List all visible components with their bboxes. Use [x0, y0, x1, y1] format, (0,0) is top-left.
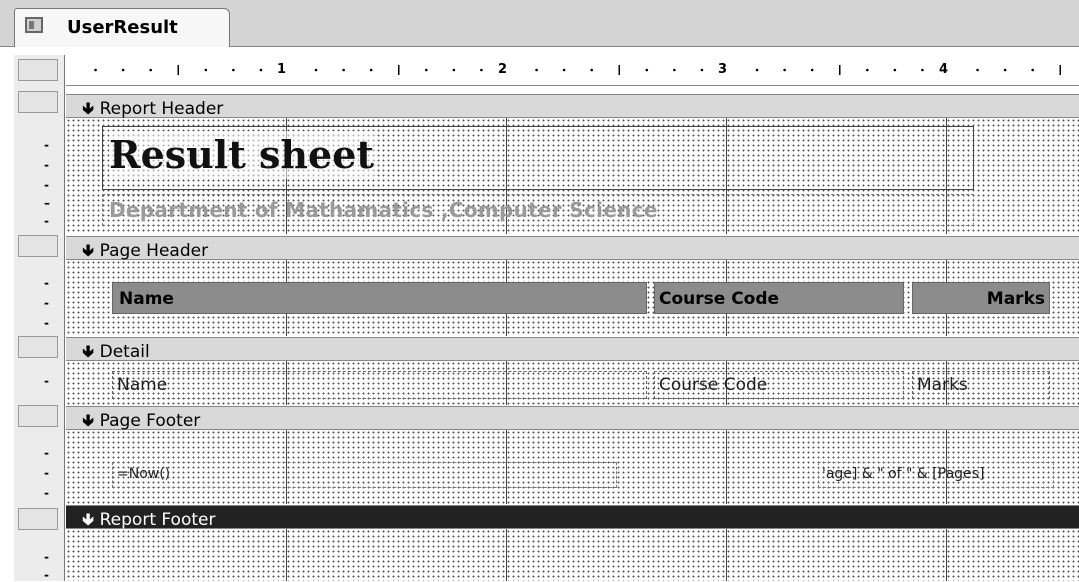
- ruler-dot: [204, 68, 208, 72]
- vertical-ruler-mark: -: [44, 138, 49, 152]
- ruler-dot: [314, 68, 318, 72]
- ruler-dot: [94, 68, 97, 72]
- page-footer-band[interactable]: 🢃 Page Footer: [66, 406, 1079, 431]
- subtitle-control[interactable]: Department of Mathamatics ,Computer Scie…: [102, 194, 974, 226]
- report-title: Result sheet: [109, 131, 374, 179]
- ruler-mark-1: 1: [277, 62, 287, 77]
- name-field[interactable]: Name: [112, 371, 647, 399]
- vertical-ruler-mark: –: [44, 196, 50, 210]
- ruler-dot: [590, 68, 593, 72]
- page-header-section[interactable]: Name Course Code Marks: [66, 260, 1079, 336]
- report-header-section[interactable]: Result sheet Department of Mathamatics ,…: [66, 118, 1079, 234]
- grid-line: [946, 529, 947, 581]
- ruler-dot: [369, 68, 373, 72]
- ruler-dot: [755, 68, 759, 72]
- section-selector-column: - - - – - - - - - - - - - -: [14, 55, 65, 581]
- ruler-dot: [921, 68, 924, 72]
- ruler-dot: [976, 68, 979, 72]
- section-arrow-icon: 🢃: [82, 510, 95, 530]
- vertical-ruler-mark: -: [44, 486, 49, 500]
- ruler-dot: [121, 68, 125, 72]
- page-number-field[interactable]: 'age] & " of " & [Pages]: [818, 462, 1054, 488]
- ruler-mark-4: 4: [939, 62, 949, 77]
- header-marks-label[interactable]: Marks: [912, 282, 1050, 314]
- grid-line: [286, 529, 287, 581]
- ruler-dot: [810, 68, 814, 72]
- horizontal-ruler: 1 2 3 4: [66, 55, 1079, 86]
- report-icon: [25, 17, 43, 33]
- ruler-dot: [149, 68, 152, 72]
- grid-line: [726, 430, 727, 504]
- document-tab-strip: UserResult: [0, 0, 1079, 47]
- title-control[interactable]: Result sheet: [102, 126, 974, 190]
- ruler-dot: [645, 68, 649, 72]
- ruler-mark-3: 3: [718, 62, 728, 77]
- report-subtitle: Department of Mathamatics ,Computer Scie…: [109, 198, 658, 222]
- vertical-ruler-mark: -: [44, 316, 49, 330]
- grid-line: [506, 529, 507, 581]
- report-selector[interactable]: [18, 59, 58, 81]
- ruler-dot: [1003, 68, 1007, 72]
- course-code-field[interactable]: Course Code: [654, 371, 904, 399]
- vertical-ruler-mark: -: [44, 466, 49, 480]
- page-footer-selector[interactable]: [18, 405, 58, 427]
- ruler-dot: [535, 68, 538, 72]
- vertical-ruler-mark: -: [44, 374, 49, 388]
- ruler-dot: [259, 68, 263, 72]
- detail-selector[interactable]: [18, 336, 58, 358]
- section-arrow-icon: 🢃: [82, 99, 95, 119]
- ruler-ticks: [94, 65, 1061, 75]
- ruler-dot: [866, 68, 869, 72]
- ruler-mark-2: 2: [498, 62, 508, 77]
- header-name-label[interactable]: Name: [112, 282, 647, 314]
- page-header-selector[interactable]: [18, 235, 58, 257]
- report-header-band[interactable]: 🢃 Report Header: [66, 94, 1079, 119]
- ruler-dot: [425, 68, 428, 72]
- vertical-ruler-mark: -: [44, 568, 49, 582]
- report-header-selector[interactable]: [18, 91, 58, 113]
- vertical-ruler-mark: -: [44, 214, 49, 228]
- ruler-dot: [893, 68, 897, 72]
- page-footer-section[interactable]: =Now() 'age] & " of " & [Pages]: [66, 430, 1079, 504]
- detail-section[interactable]: Name Course Code Marks: [66, 361, 1079, 405]
- section-arrow-icon: 🢃: [82, 342, 95, 362]
- vertical-ruler-mark: -: [44, 158, 49, 172]
- marks-field[interactable]: Marks: [912, 371, 1050, 399]
- vertical-ruler-mark: -: [44, 296, 49, 310]
- ruler-dot: [1031, 68, 1034, 72]
- grid-line: [726, 529, 727, 581]
- ruler-dot: [342, 68, 345, 72]
- now-function-field[interactable]: =Now(): [112, 462, 617, 488]
- report-footer-selector[interactable]: [18, 508, 58, 530]
- ruler-dot: [562, 68, 566, 72]
- vertical-ruler-mark: -: [44, 550, 49, 564]
- header-course-code-label[interactable]: Course Code: [654, 282, 904, 314]
- ruler-dot: [783, 68, 786, 72]
- report-footer-section[interactable]: [66, 529, 1079, 581]
- vertical-ruler-mark: -: [44, 178, 49, 192]
- tab-userresult[interactable]: UserResult: [14, 8, 230, 47]
- vertical-ruler-mark: -: [44, 276, 49, 290]
- detail-band[interactable]: 🢃 Detail: [66, 337, 1079, 362]
- report-footer-band[interactable]: 🢃 Report Footer: [66, 505, 1079, 530]
- ruler-dot: [700, 68, 704, 72]
- ruler-dot: [480, 68, 483, 72]
- tab-label: UserResult: [67, 17, 178, 38]
- ruler-dot: [232, 68, 235, 72]
- vertical-ruler-mark: -: [44, 446, 49, 460]
- section-arrow-icon: 🢃: [82, 411, 95, 431]
- ruler-dot: [673, 68, 676, 72]
- section-arrow-icon: 🢃: [82, 241, 95, 261]
- page-header-band[interactable]: 🢃 Page Header: [66, 236, 1079, 261]
- ruler-dot: [452, 68, 456, 72]
